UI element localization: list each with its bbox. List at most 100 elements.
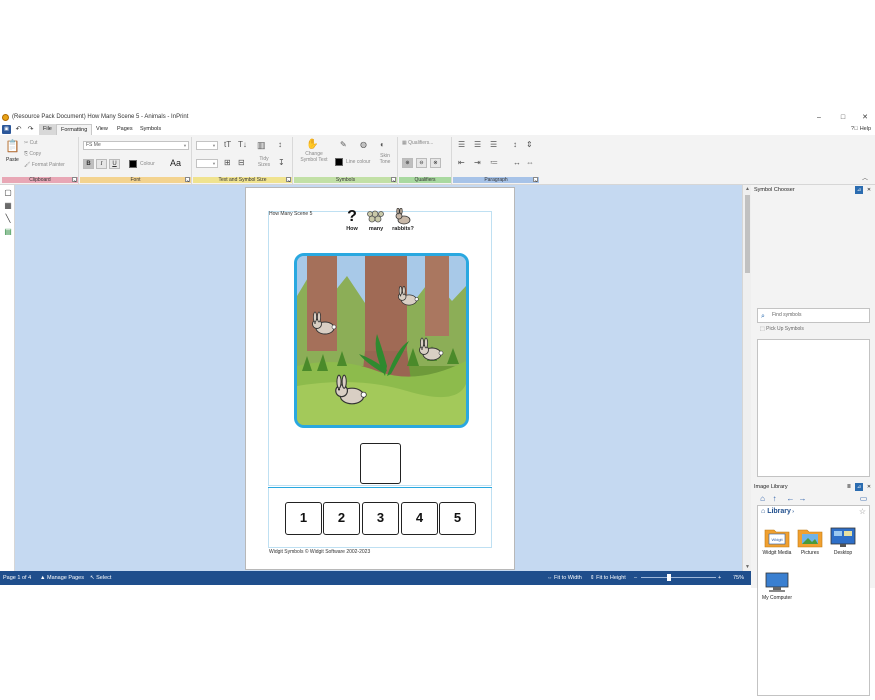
manage-pages-button[interactable]: ▲ Manage Pages bbox=[40, 571, 84, 585]
align-left-icon[interactable]: ☰ bbox=[458, 140, 465, 149]
table-tool-icon[interactable]: ▦ bbox=[3, 201, 13, 211]
number-card-1[interactable]: 1 bbox=[285, 502, 322, 535]
close-button[interactable]: ✕ bbox=[860, 113, 870, 123]
frame-tool-icon[interactable]: ▢ bbox=[3, 188, 13, 198]
italic-button[interactable]: I bbox=[96, 159, 107, 169]
spread-icon[interactable]: ↔ bbox=[513, 158, 521, 167]
symbol-outline-icon[interactable]: ◍ bbox=[360, 140, 367, 149]
tab-formatting[interactable]: Formatting bbox=[56, 124, 93, 135]
scroll-thumb[interactable] bbox=[745, 195, 750, 273]
help-button[interactable]: ?⃝ Help bbox=[851, 124, 871, 135]
number-card-4[interactable]: 4 bbox=[401, 502, 438, 535]
pin-icon[interactable]: ⊿ bbox=[855, 186, 863, 194]
bullets-icon[interactable]: ≔ bbox=[490, 158, 498, 167]
fit-to-height-button[interactable]: ⇕ Fit to Height bbox=[590, 571, 626, 585]
zoom-slider-thumb[interactable] bbox=[666, 574, 671, 581]
compress-icon[interactable]: ⇔ bbox=[526, 158, 534, 167]
page-title[interactable]: How Many Scene 5 bbox=[269, 211, 312, 217]
change-case-button[interactable]: Aa bbox=[170, 158, 181, 168]
library-item-my-computer[interactable]: My Computer bbox=[762, 571, 792, 601]
redo-icon[interactable]: ↷ bbox=[26, 125, 35, 134]
qualifier-middle-button[interactable]: ⊖ bbox=[416, 158, 427, 168]
zoom-in-button[interactable]: + bbox=[718, 571, 721, 585]
close-panel-icon[interactable]: ✕ bbox=[865, 483, 873, 491]
skin-tone-button[interactable]: Skin Tone bbox=[377, 153, 393, 165]
cut-button[interactable]: ✂ Cut bbox=[24, 140, 37, 146]
list-view-icon[interactable]: ≣ bbox=[845, 483, 853, 491]
grow-text-icon[interactable]: tT bbox=[224, 140, 231, 149]
align-center-icon[interactable]: ☰ bbox=[474, 140, 481, 149]
library-breadcrumb[interactable]: ⌂ Library › bbox=[761, 508, 794, 515]
zoom-out-button[interactable]: – bbox=[634, 571, 637, 585]
symbol-results-list[interactable] bbox=[757, 339, 870, 477]
zoom-slider[interactable] bbox=[641, 577, 716, 578]
tab-view[interactable]: View bbox=[92, 124, 112, 135]
grow-symbol-icon[interactable]: ⊞ bbox=[224, 158, 231, 167]
dialog-launcher-icon[interactable]: ↘ bbox=[72, 177, 77, 183]
minimize-button[interactable]: – bbox=[814, 113, 824, 123]
line-colour-button[interactable]: Line colour bbox=[346, 159, 370, 165]
text-size-select[interactable]: ▼ bbox=[196, 141, 218, 150]
document-page[interactable]: How Many Scene 5 ? How many rabbits? 1 2… bbox=[245, 187, 515, 570]
tab-file[interactable]: File bbox=[39, 124, 56, 135]
maximize-button[interactable]: □ bbox=[838, 113, 848, 123]
library-item-desktop[interactable]: Desktop bbox=[828, 526, 858, 556]
up-arrow-icon[interactable]: ↑ bbox=[770, 493, 779, 504]
collapse-ribbon-icon[interactable]: ︿ bbox=[862, 173, 868, 182]
shrink-text-icon[interactable]: T↓ bbox=[238, 140, 247, 149]
number-card-5[interactable]: 5 bbox=[439, 502, 476, 535]
paragraph-spacing-icon[interactable]: ⇕ bbox=[526, 140, 533, 149]
scroll-up-icon[interactable]: ▲ bbox=[744, 186, 751, 192]
qualifiers-button[interactable]: ▦ Qualifiers... bbox=[402, 140, 433, 146]
paste-icon[interactable]: 📋 bbox=[5, 139, 20, 153]
copy-button[interactable]: ⎘ Copy bbox=[24, 151, 41, 157]
shrink-symbol-icon[interactable]: ⊟ bbox=[238, 158, 245, 167]
tidy-sizes-button[interactable]: Tidy Sizes bbox=[255, 156, 273, 168]
underline-button[interactable]: U bbox=[109, 159, 120, 169]
find-symbols-input[interactable]: ⌕ Find symbols bbox=[757, 308, 870, 323]
back-arrow-icon[interactable]: ← bbox=[786, 493, 795, 504]
change-symbol-text-button[interactable]: Change Symbol Text bbox=[298, 151, 330, 163]
spacing-down-icon[interactable]: ↧ bbox=[278, 158, 285, 167]
colour-label[interactable]: Colour bbox=[140, 161, 155, 167]
colour-swatch[interactable] bbox=[129, 160, 137, 168]
qualifier-left-button[interactable]: ⊕ bbox=[402, 158, 413, 168]
pick-up-symbols-button[interactable]: ⬚ Pick Up Symbols bbox=[760, 326, 804, 332]
spacing-icon[interactable]: ↕ bbox=[278, 140, 282, 149]
select-mode-button[interactable]: ↖ Select bbox=[90, 571, 111, 585]
undo-icon[interactable]: ↶ bbox=[14, 125, 23, 134]
tab-pages[interactable]: Pages bbox=[113, 124, 137, 135]
tab-symbols[interactable]: Symbols bbox=[136, 124, 165, 135]
forward-arrow-icon[interactable]: → bbox=[798, 493, 807, 504]
line-tool-icon[interactable]: ╲ bbox=[3, 214, 13, 224]
dialog-launcher-icon[interactable]: ↘ bbox=[533, 177, 538, 183]
favourite-star-icon[interactable]: ☆ bbox=[859, 507, 866, 516]
paste-button[interactable]: Paste bbox=[6, 157, 19, 163]
scroll-down-icon[interactable]: ▼ bbox=[744, 564, 751, 570]
library-item-widgit-media[interactable]: Widgit Widgit Media bbox=[762, 526, 792, 556]
library-item-pictures[interactable]: Pictures bbox=[795, 526, 825, 556]
answer-box[interactable] bbox=[360, 443, 401, 484]
dialog-launcher-icon[interactable]: ↘ bbox=[391, 177, 396, 183]
dialog-launcher-icon[interactable]: ↘ bbox=[286, 177, 291, 183]
format-painter-button[interactable]: 🖌 Format Painter bbox=[24, 162, 65, 168]
symbol-rabbits[interactable]: rabbits? bbox=[388, 207, 418, 232]
save-icon[interactable]: ▣ bbox=[2, 125, 11, 134]
image-tool-icon[interactable]: ▤ bbox=[3, 227, 13, 237]
line-spacing-icon[interactable]: ↕ bbox=[513, 140, 517, 149]
home-icon[interactable]: ⌂ bbox=[758, 493, 767, 504]
number-card-2[interactable]: 2 bbox=[323, 502, 360, 535]
vertical-scrollbar[interactable]: ▲ ▼ bbox=[742, 185, 751, 571]
line-colour-swatch[interactable] bbox=[335, 158, 343, 166]
font-name-select[interactable]: FS Me ▼ bbox=[83, 141, 189, 150]
forest-scene-image[interactable] bbox=[294, 253, 469, 428]
symbol-many[interactable]: many bbox=[361, 208, 391, 232]
fit-to-width-button[interactable]: ⇔ Fit to Width bbox=[547, 571, 582, 585]
indent-decrease-icon[interactable]: ⇤ bbox=[458, 158, 465, 167]
pin-icon[interactable]: ⊿ bbox=[855, 483, 863, 491]
symbol-style-icon[interactable]: ✎ bbox=[340, 140, 347, 149]
indent-increase-icon[interactable]: ⇥ bbox=[474, 158, 481, 167]
number-card-3[interactable]: 3 bbox=[362, 502, 399, 535]
bold-button[interactable]: B bbox=[83, 159, 94, 169]
close-panel-icon[interactable]: ✕ bbox=[865, 186, 873, 194]
